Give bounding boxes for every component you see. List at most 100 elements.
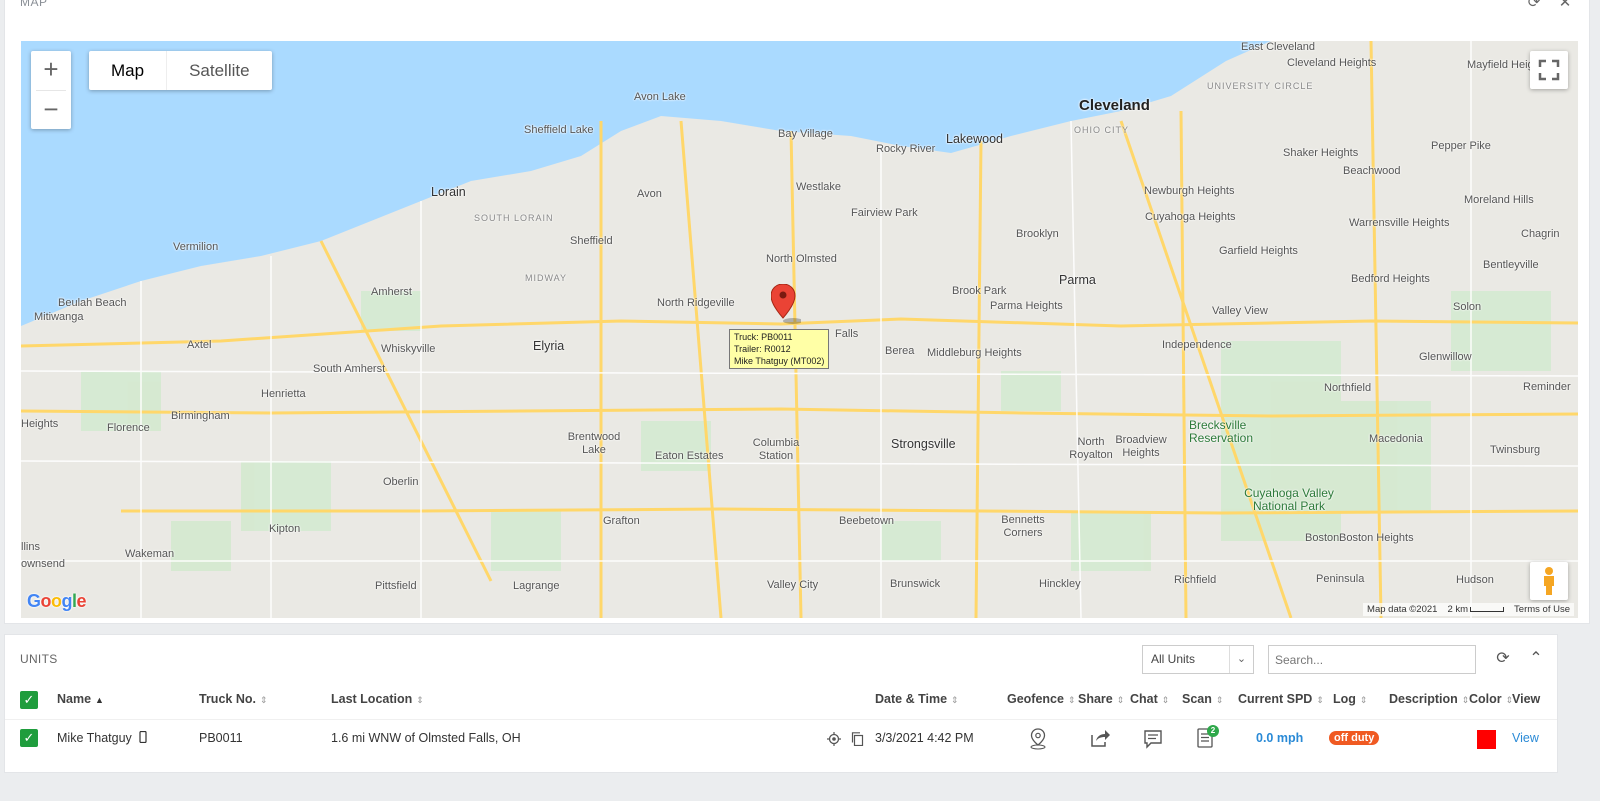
- map-label: Boston Heights: [1339, 532, 1414, 544]
- map-label: Eaton Estates: [655, 450, 724, 462]
- scan-document-icon[interactable]: 2: [1197, 725, 1219, 753]
- col-header-current-spd[interactable]: Current SPD ⇕: [1238, 692, 1324, 706]
- zoom-in-button[interactable]: +: [31, 51, 71, 90]
- map-label: Brentwood Lake: [567, 431, 621, 456]
- map-label: Strongsville: [891, 437, 956, 451]
- map-label: Sheffield Lake: [524, 124, 594, 136]
- map-label: Vermilion: [173, 241, 219, 253]
- map-label: Avon: [637, 188, 662, 200]
- last-location: 1.6 mi WNW of Olmsted Falls, OH: [331, 731, 521, 745]
- col-header-date-time-label: Date & Time: [875, 692, 948, 706]
- col-header-geofence[interactable]: Geofence ⇕: [1007, 692, 1076, 706]
- col-header-date-time[interactable]: Date & Time ⇕: [875, 692, 959, 706]
- map-data-text: Map data ©2021: [1367, 604, 1438, 615]
- fullscreen-icon: [1538, 59, 1560, 81]
- map-label: Warrensville Heights: [1349, 217, 1450, 229]
- map-label: Independence: [1162, 339, 1232, 351]
- unit-color-swatch[interactable]: [1477, 730, 1496, 749]
- col-header-description-label: Description: [1389, 692, 1458, 706]
- map-label: Middleburg Heights: [927, 347, 1022, 359]
- refresh-units-icon[interactable]: ⟳: [1493, 649, 1513, 669]
- chat-icon[interactable]: [1143, 729, 1163, 754]
- map-label: Elyria: [533, 339, 565, 353]
- col-header-scan-label: Scan: [1182, 692, 1212, 706]
- units-filter-value: All Units: [1151, 652, 1196, 666]
- terms-of-use-link[interactable]: Terms of Use: [1514, 604, 1570, 615]
- col-header-share[interactable]: Share ⇕: [1078, 692, 1124, 706]
- col-header-scan[interactable]: Scan ⇕: [1182, 692, 1223, 706]
- street-view-button[interactable]: [1530, 562, 1568, 600]
- map-label: Bennetts Corners: [1001, 514, 1045, 539]
- map-type-satellite-button[interactable]: Satellite: [167, 51, 271, 90]
- map-label: Parma Heights: [990, 300, 1063, 312]
- map-label: Hinckley: [1039, 578, 1081, 590]
- map-label: llins: [21, 541, 40, 553]
- col-header-share-label: Share: [1078, 692, 1113, 706]
- refresh-icon[interactable]: ⟳: [1525, 0, 1543, 12]
- col-header-description[interactable]: Description ⇕: [1389, 692, 1469, 706]
- col-header-log[interactable]: Log ⇕: [1333, 692, 1367, 706]
- units-filter-select[interactable]: All Units ⌄: [1142, 645, 1254, 674]
- geofence-icon[interactable]: [1029, 728, 1047, 755]
- col-header-truck-no-label: Truck No.: [199, 692, 256, 706]
- close-icon[interactable]: ✕: [1556, 0, 1574, 12]
- map-label: Cuyahoga Heights: [1145, 211, 1236, 223]
- col-header-name-label: Name: [57, 692, 92, 706]
- table-row[interactable]: ✓ Mike Thatguy PB0011 1.6 mi WNW of Olms…: [5, 719, 1557, 757]
- sort-icon: ⇕: [1316, 695, 1324, 705]
- col-header-name[interactable]: Name ▲: [57, 692, 104, 706]
- map-label: Florence: [107, 422, 150, 434]
- col-header-color[interactable]: Color ⇕: [1469, 692, 1513, 706]
- share-icon[interactable]: [1089, 728, 1111, 753]
- log-status-badge[interactable]: off duty: [1329, 730, 1380, 745]
- map-label: SOUTH LORAIN: [474, 213, 554, 223]
- map-label: Columbia Station: [752, 437, 800, 462]
- map-label: Beulah Beach: [58, 297, 127, 309]
- tooltip-driver: Mike Thatguy (MT002): [734, 356, 825, 366]
- map-label: Broadview Heights: [1115, 434, 1167, 459]
- sort-icon: ⇕: [1161, 695, 1170, 705]
- mobile-device-icon: [139, 730, 147, 746]
- map-scale[interactable]: 2 km: [1447, 604, 1505, 615]
- select-all-checkbox[interactable]: ✓: [20, 691, 38, 709]
- map-label: Brecksville Reservation: [1189, 418, 1254, 445]
- col-header-color-label: Color: [1469, 692, 1502, 706]
- map-label: Chagrin: [1521, 228, 1560, 240]
- row-checkbox[interactable]: ✓: [20, 729, 38, 747]
- current-speed: 0.0 mph: [1256, 731, 1304, 745]
- col-header-last-location[interactable]: Last Location ⇕: [331, 692, 424, 706]
- map-label: Newburgh Heights: [1144, 185, 1235, 197]
- map-label: Lakewood: [946, 132, 1003, 146]
- col-header-chat[interactable]: Chat ⇕: [1130, 692, 1169, 706]
- map-label: Bentleyville: [1483, 259, 1539, 271]
- map-label: MIDWAY: [525, 273, 567, 283]
- map-canvas[interactable]: Cleveland East Cleveland Cleveland Heigh…: [21, 41, 1578, 618]
- view-link[interactable]: View: [1512, 731, 1539, 745]
- zoom-out-button[interactable]: −: [31, 91, 71, 130]
- collapse-icon[interactable]: ⌃: [1526, 649, 1546, 669]
- map-label: Whiskyville: [381, 343, 436, 355]
- copy-icon[interactable]: [851, 732, 864, 751]
- map-label: Cleveland Heights: [1287, 57, 1377, 69]
- map-label: Pittsfield: [375, 580, 417, 592]
- vehicle-marker-icon[interactable]: [771, 284, 801, 326]
- map-label: North Ridgeville: [657, 297, 735, 309]
- map-label: Rocky River: [876, 143, 936, 155]
- units-search-input[interactable]: [1268, 645, 1476, 674]
- map-label: Beachwood: [1343, 165, 1401, 177]
- col-header-truck-no[interactable]: Truck No. ⇕: [199, 692, 268, 706]
- map-type-map-button[interactable]: Map: [89, 51, 168, 90]
- fullscreen-button[interactable]: [1530, 51, 1568, 89]
- google-logo: Google: [27, 591, 87, 611]
- log-status-label: off duty: [1329, 731, 1380, 745]
- map-label: Falls: [835, 328, 859, 340]
- map-label: Mitiwanga: [34, 311, 84, 323]
- map-label: Northfield: [1324, 382, 1372, 394]
- map-label: Brooklyn: [1016, 228, 1059, 240]
- map-label: Cuyahoga Valley National Park: [1244, 486, 1334, 513]
- map-label: Garfield Heights: [1219, 245, 1298, 257]
- map-scale-text: 2 km: [1447, 604, 1469, 615]
- map-label: Sheffield: [570, 235, 613, 247]
- map-label: Oberlin: [383, 476, 419, 488]
- locate-icon[interactable]: [827, 732, 841, 751]
